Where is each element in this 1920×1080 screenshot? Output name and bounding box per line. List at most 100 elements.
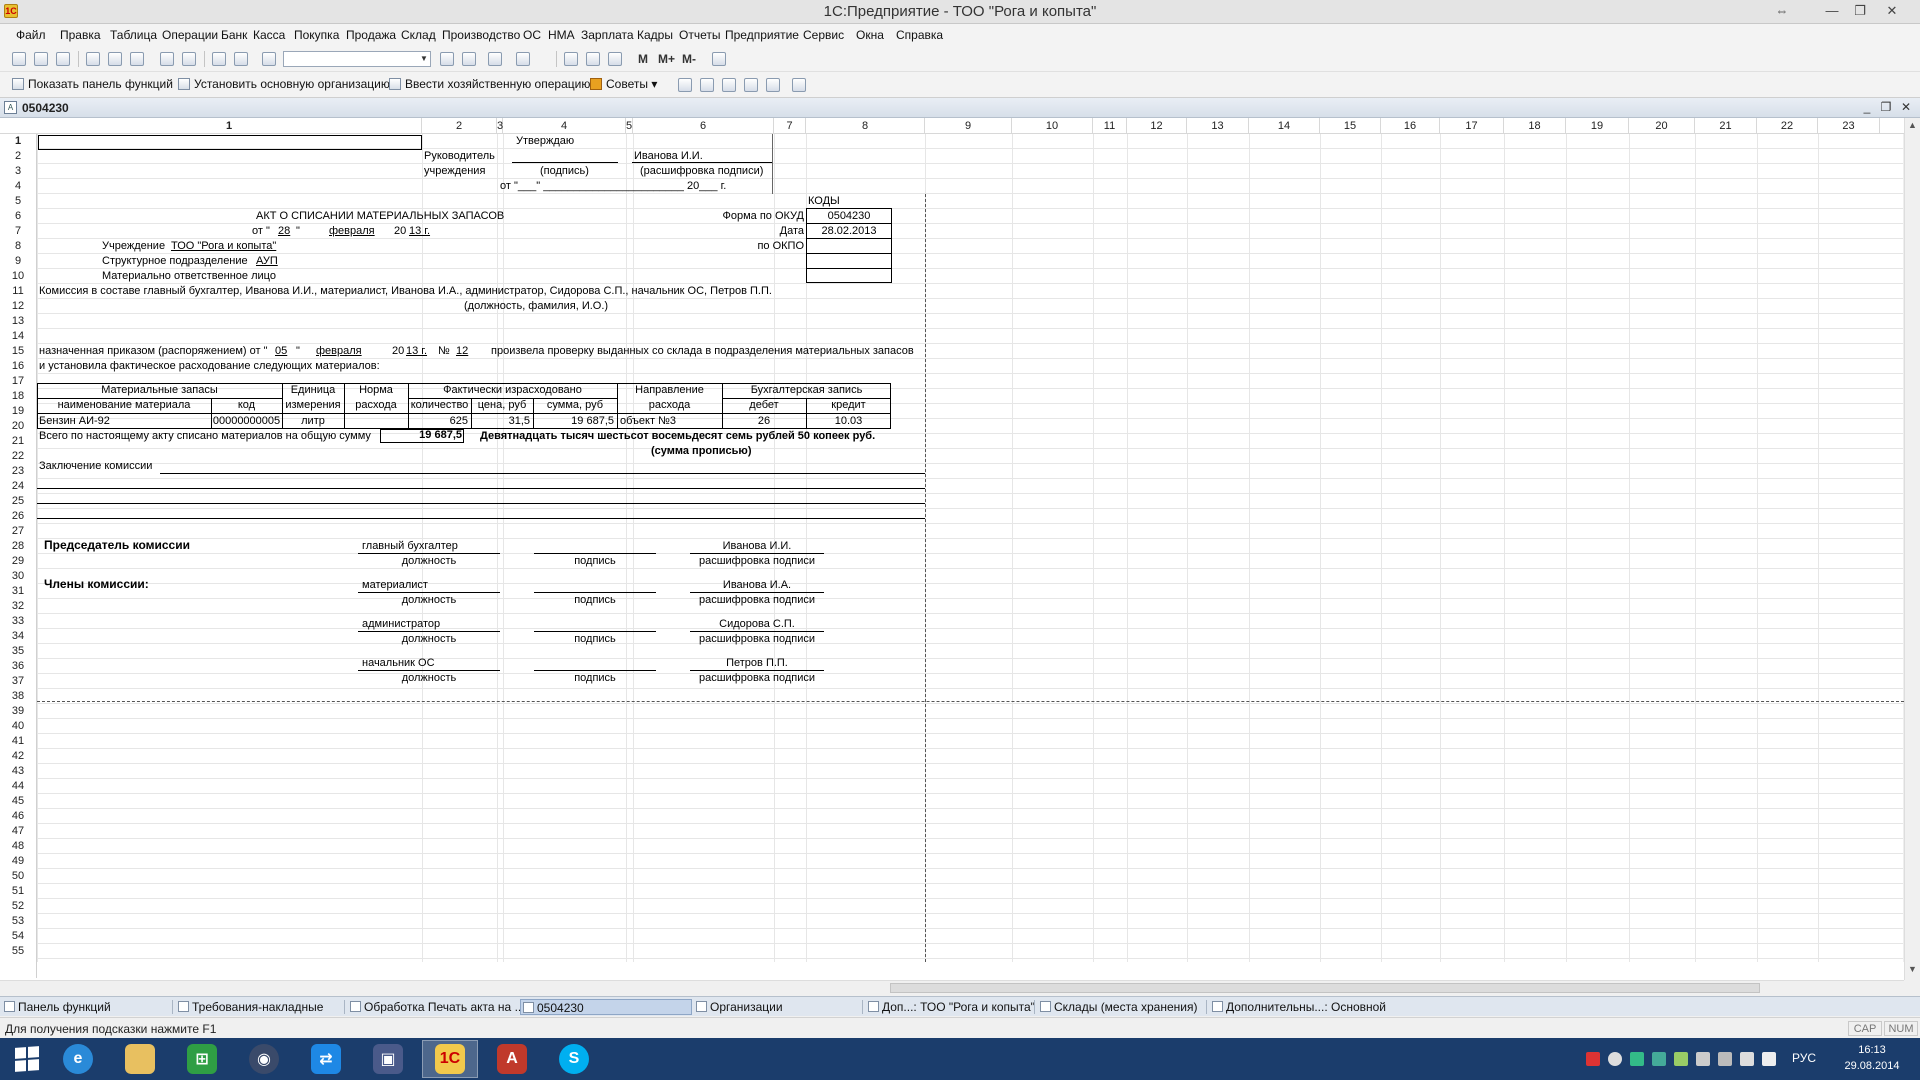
- taskbar-explorer[interactable]: [112, 1040, 168, 1078]
- column-header-cell[interactable]: 9: [925, 118, 1012, 134]
- tab-processing[interactable]: Обработка Печать акта на ...: [348, 999, 525, 1015]
- language-indicator[interactable]: РУС: [1792, 1051, 1816, 1065]
- chevron-down-icon[interactable]: ▼: [418, 52, 430, 66]
- menu-cash[interactable]: Касса: [253, 28, 285, 42]
- set-organization-button[interactable]: Установить основную организацию: [178, 77, 390, 91]
- menu-reports[interactable]: Отчеты: [679, 28, 720, 42]
- row-header-cell[interactable]: 41: [0, 734, 36, 749]
- row-header-cell[interactable]: 52: [0, 899, 36, 914]
- save-icon[interactable]: [56, 52, 70, 66]
- show-panel-button[interactable]: Показать панель функций: [12, 77, 173, 91]
- row-header-cell[interactable]: 42: [0, 749, 36, 764]
- row-header-cell[interactable]: 21: [0, 434, 36, 449]
- tips-button[interactable]: Советы ▾: [590, 77, 657, 91]
- menu-bank[interactable]: Банк: [221, 28, 247, 42]
- row-header-cell[interactable]: 24: [0, 479, 36, 494]
- menu-service[interactable]: Сервис: [803, 28, 844, 42]
- network-icon[interactable]: [1740, 1052, 1754, 1066]
- row-header-cell[interactable]: 33: [0, 614, 36, 629]
- menu-salary[interactable]: Зарплата: [581, 28, 634, 42]
- row-header-cell[interactable]: 10: [0, 269, 36, 284]
- tab-0504230[interactable]: 0504230: [520, 999, 692, 1015]
- column-header-cell[interactable]: 20: [1629, 118, 1695, 134]
- column-header-cell[interactable]: 2: [422, 118, 497, 134]
- taskbar-skype[interactable]: S: [546, 1040, 602, 1078]
- tray-app-icon[interactable]: [1674, 1052, 1688, 1066]
- new-icon[interactable]: [12, 52, 26, 66]
- row-header-cell[interactable]: 5: [0, 194, 36, 209]
- row-header-cell[interactable]: 32: [0, 599, 36, 614]
- column-header-cell[interactable]: 21: [1695, 118, 1757, 134]
- maximize-button[interactable]: ❐: [1846, 2, 1874, 20]
- column-header-cell[interactable]: 8: [806, 118, 925, 134]
- column-header-cell[interactable]: 16: [1381, 118, 1440, 134]
- tab-additional-main[interactable]: Дополнительны...: Основной: [1210, 999, 1386, 1015]
- row-header-cell[interactable]: 54: [0, 929, 36, 944]
- horizontal-scrollbar[interactable]: [0, 980, 1904, 994]
- column-header-cell[interactable]: 18: [1504, 118, 1566, 134]
- print-icon[interactable]: [160, 52, 174, 66]
- row-header-cell[interactable]: 26: [0, 509, 36, 524]
- menu-production[interactable]: Производство: [442, 28, 520, 42]
- screen-icon[interactable]: [1718, 1052, 1732, 1066]
- column-header-cell[interactable]: 12: [1127, 118, 1187, 134]
- cut-icon[interactable]: [86, 52, 100, 66]
- enter-operation-button[interactable]: Ввести хозяйственную операцию: [389, 77, 590, 91]
- column-header-cell[interactable]: 19: [1566, 118, 1629, 134]
- row-header-cell[interactable]: 40: [0, 719, 36, 734]
- row-header-cell[interactable]: 55: [0, 944, 36, 959]
- calculator-icon[interactable]: [586, 52, 600, 66]
- column-header-cell[interactable]: 6: [633, 118, 774, 134]
- row-header-cell[interactable]: 19: [0, 404, 36, 419]
- undo-icon[interactable]: [212, 52, 226, 66]
- row-header-cell[interactable]: 46: [0, 809, 36, 824]
- row-header-cell[interactable]: 38: [0, 689, 36, 704]
- doc-restore-button[interactable]: ❐: [1877, 99, 1895, 115]
- menu-warehouse[interactable]: Склад: [401, 28, 436, 42]
- row-header-cell[interactable]: 37: [0, 674, 36, 689]
- row-header-cell[interactable]: 28: [0, 539, 36, 554]
- shortcut-icon[interactable]: [608, 52, 622, 66]
- redo-icon[interactable]: [234, 52, 248, 66]
- row-header-cell[interactable]: 29: [0, 554, 36, 569]
- info-icon[interactable]: [516, 52, 530, 66]
- window-icon[interactable]: [488, 52, 502, 66]
- row-header-cell[interactable]: 36: [0, 659, 36, 674]
- scroll-down-icon[interactable]: ▼: [1908, 964, 1917, 974]
- tray-app-icon[interactable]: [1652, 1052, 1666, 1066]
- memory-m-button[interactable]: M: [638, 52, 648, 66]
- row-header-cell[interactable]: 9: [0, 254, 36, 269]
- tab-warehouses[interactable]: Склады (места хранения): [1038, 999, 1197, 1015]
- paste-icon[interactable]: [130, 52, 144, 66]
- search-input[interactable]: [283, 51, 431, 67]
- row-header-cell[interactable]: 49: [0, 854, 36, 869]
- scroll-up-icon[interactable]: ▲: [1908, 120, 1917, 130]
- calendar-icon[interactable]: [564, 52, 578, 66]
- row-header-cell[interactable]: 23: [0, 464, 36, 479]
- structure-icon[interactable]: [722, 78, 736, 92]
- column-header-cell[interactable]: 22: [1757, 118, 1818, 134]
- menu-sales[interactable]: Продажа: [346, 28, 396, 42]
- flag-icon[interactable]: [1696, 1052, 1710, 1066]
- column-header-cell[interactable]: 5: [626, 118, 633, 134]
- structure-icon[interactable]: [678, 78, 692, 92]
- column-header-cell[interactable]: 17: [1440, 118, 1504, 134]
- taskbar-app-4[interactable]: ◉: [236, 1040, 292, 1078]
- taskbar-ie[interactable]: e: [50, 1040, 106, 1078]
- scroll-thumb[interactable]: [890, 983, 1760, 993]
- minimize-button[interactable]: —: [1818, 2, 1846, 20]
- row-header-cell[interactable]: 44: [0, 779, 36, 794]
- taskbar-store[interactable]: ⊞: [174, 1040, 230, 1078]
- row-header-cell[interactable]: 35: [0, 644, 36, 659]
- taskbar-app-6[interactable]: ▣: [360, 1040, 416, 1078]
- row-header-cell[interactable]: 48: [0, 839, 36, 854]
- memory-plus-button[interactable]: M+: [658, 52, 675, 66]
- row-header-cell[interactable]: 11: [0, 284, 36, 299]
- row-header-cell[interactable]: 43: [0, 764, 36, 779]
- menu-edit[interactable]: Правка: [60, 28, 101, 42]
- taskbar-teamviewer[interactable]: ⇄: [298, 1040, 354, 1078]
- find-icon[interactable]: [262, 52, 276, 66]
- row-header-cell[interactable]: 18: [0, 389, 36, 404]
- structure-icon[interactable]: [700, 78, 714, 92]
- row-header-cell[interactable]: 20: [0, 419, 36, 434]
